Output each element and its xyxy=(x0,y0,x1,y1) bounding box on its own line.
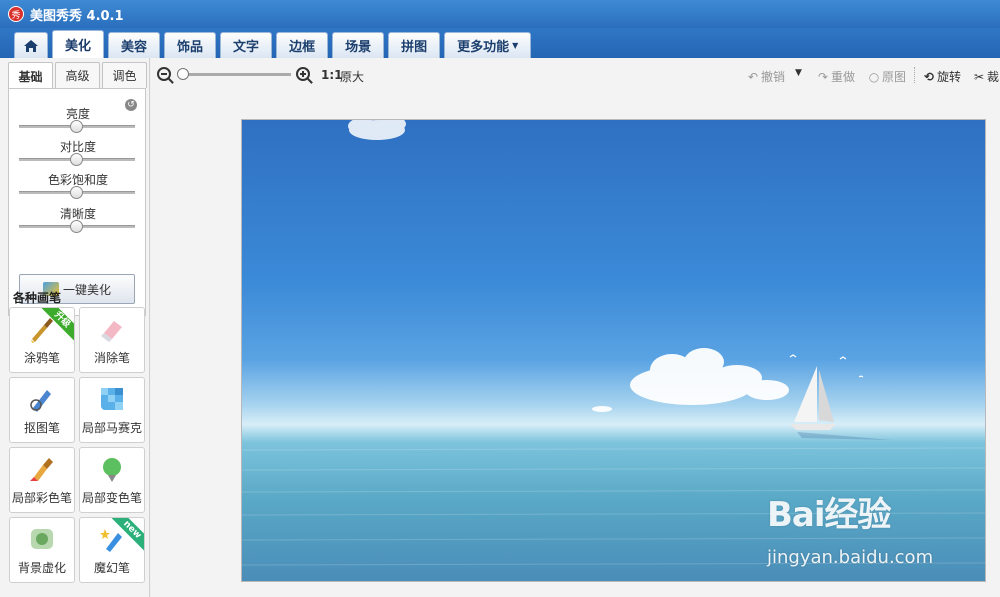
tool-label: 局部变色笔 xyxy=(81,491,142,505)
eraser-brush-tool[interactable]: 消除笔 xyxy=(79,307,145,373)
tab-beautify[interactable]: 美化 xyxy=(52,30,105,58)
undo-label: 撤销 xyxy=(761,70,786,84)
saturation-slider-thumb[interactable] xyxy=(70,186,83,199)
app-logo-icon: 秀 xyxy=(8,6,24,22)
saturation-slider[interactable] xyxy=(19,186,135,199)
tool-label: 抠图笔 xyxy=(23,421,60,435)
left-panel: 基础 高级 调色 ↺ 亮度 对比度 色彩饱和度 清晰度 一键美化 各种画笔 涂鸦… xyxy=(0,58,150,597)
magic-brush-tool[interactable]: 魔幻笔 new xyxy=(79,517,145,583)
subtab-advanced[interactable]: 高级 xyxy=(55,62,100,88)
sharpness-slider[interactable] xyxy=(19,220,135,233)
local-color-brush-tool[interactable]: 局部彩色笔 xyxy=(9,447,75,513)
mosaic-icon xyxy=(101,388,123,410)
tab-collage[interactable]: 拼图 xyxy=(388,32,441,58)
undo-history-dropdown[interactable]: ▼ xyxy=(795,68,802,78)
app-title: 美图秀秀 4.0.1 xyxy=(30,8,124,24)
watermark-logo: Bai经验 xyxy=(767,495,892,535)
zoom-slider-thumb[interactable] xyxy=(177,68,189,80)
adjust-panel: ↺ 亮度 对比度 色彩饱和度 清晰度 一键美化 xyxy=(8,88,146,316)
subtab-basic[interactable]: 基础 xyxy=(8,62,53,90)
tab-beauty[interactable]: 美容 xyxy=(108,32,161,58)
chevron-down-icon: ▼ xyxy=(795,68,802,78)
tool-label: 魔幻笔 xyxy=(93,561,130,575)
tab-accessories[interactable]: 饰品 xyxy=(164,32,217,58)
contrast-slider[interactable] xyxy=(19,153,135,166)
original-image-label: 原图 xyxy=(882,70,907,84)
watermark-url: jingyan.baidu.com xyxy=(767,547,934,568)
subtab-color[interactable]: 调色 xyxy=(102,62,147,88)
rotate-label: 旋转 xyxy=(937,70,962,84)
circle-icon: ○ xyxy=(868,69,880,84)
background-blur-tool[interactable]: 背景虚化 xyxy=(9,517,75,583)
redo-label: 重做 xyxy=(831,70,856,84)
tab-scene[interactable]: 场景 xyxy=(332,32,385,58)
undo-icon: ↶ xyxy=(747,69,759,84)
undo-button[interactable]: ↶ 撤销 xyxy=(747,68,785,85)
redo-button[interactable]: ↷ 重做 xyxy=(817,68,855,85)
doodle-brush-tool[interactable]: 涂鸦笔 升级 xyxy=(9,307,75,373)
chevron-down-icon: ▼ xyxy=(512,41,519,50)
contrast-slider-thumb[interactable] xyxy=(70,153,83,166)
zoom-in-icon[interactable] xyxy=(296,67,310,81)
local-recolor-brush-tool[interactable]: 局部变色笔 xyxy=(79,447,145,513)
zoom-out-icon[interactable] xyxy=(157,67,171,81)
tool-label: 消除笔 xyxy=(93,351,130,365)
tool-label: 背景虚化 xyxy=(17,561,66,575)
original-size-button[interactable]: 原大 xyxy=(340,68,364,85)
scissors-icon: ✂ xyxy=(973,69,985,84)
toolbar-divider xyxy=(914,67,915,83)
blur-icon xyxy=(31,529,53,549)
adjust-subtabs: 基础 高级 调色 xyxy=(8,62,149,90)
cutout-pen-icon xyxy=(30,390,51,412)
color-brush-icon xyxy=(30,458,53,481)
canvas-toolbar: 1:1 原大 ↶ 撤销 ▼ ↷ 重做 ○ 原图 ⟲ 旋转 ✂ 裁 xyxy=(151,58,1000,92)
tab-text[interactable]: 文字 xyxy=(220,32,273,58)
one-key-beautify-label: 一键美化 xyxy=(62,282,111,297)
tab-more-label: 更多功能 xyxy=(457,40,510,55)
home-icon xyxy=(24,39,38,52)
sharpness-slider-thumb[interactable] xyxy=(70,220,83,233)
tool-label: 涂鸦笔 xyxy=(23,351,60,365)
tool-label: 局部彩色笔 xyxy=(11,491,72,505)
rotate-button[interactable]: ⟲ 旋转 xyxy=(923,68,961,85)
brightness-slider[interactable] xyxy=(19,120,135,133)
sailboat xyxy=(790,366,892,440)
tool-label: 局部马赛克 xyxy=(81,421,142,435)
main-tab-bar: 美化 美容 饰品 文字 边框 场景 拼图 更多功能 ▼ xyxy=(0,28,1000,58)
rotate-icon: ⟲ xyxy=(923,69,935,84)
redo-icon: ↷ xyxy=(817,69,829,84)
baidu-jingyan-watermark: Bai经验 jingyan.baidu.com xyxy=(762,487,962,577)
home-tab[interactable] xyxy=(14,32,48,58)
title-bar: 秀 美图秀秀 4.0.1 xyxy=(0,0,1000,28)
eraser-icon xyxy=(101,321,122,342)
mosaic-brush-tool[interactable]: 局部马赛克 xyxy=(79,377,145,443)
cutout-brush-tool[interactable]: 抠图笔 xyxy=(9,377,75,443)
recolor-brush-icon xyxy=(103,458,121,482)
brightness-slider-thumb[interactable] xyxy=(70,120,83,133)
zoom-slider[interactable] xyxy=(177,68,291,80)
crop-label: 裁 xyxy=(987,70,1000,84)
crop-button[interactable]: ✂ 裁 xyxy=(973,68,999,85)
tab-frame[interactable]: 边框 xyxy=(276,32,329,58)
tab-more-features[interactable]: 更多功能 ▼ xyxy=(444,32,532,58)
brushes-section-title: 各种画笔 xyxy=(13,291,62,305)
original-image-button[interactable]: ○ 原图 xyxy=(868,68,906,85)
